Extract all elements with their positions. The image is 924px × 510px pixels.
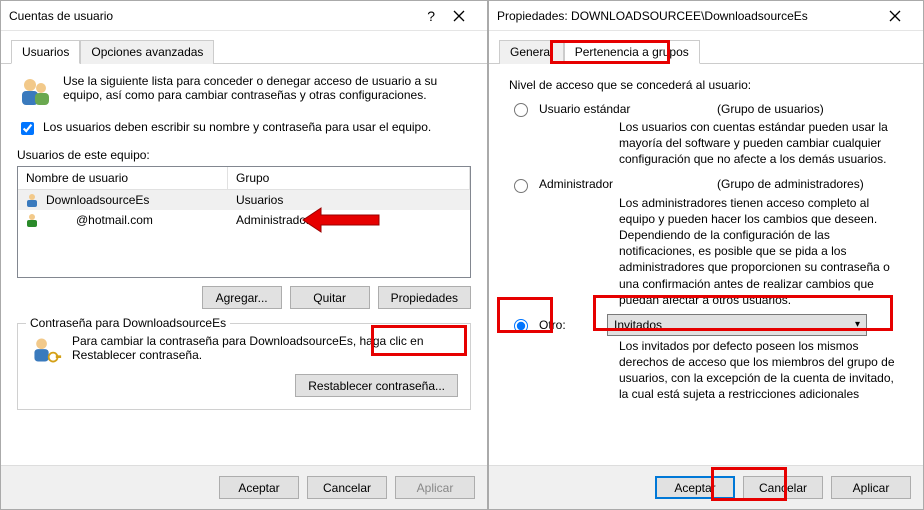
desc-standard: Los usuarios con cuentas estándar pueden… (619, 119, 903, 168)
list-row[interactable]: @hotmail.com Administradores (18, 210, 470, 230)
user-icon (24, 212, 40, 228)
column-name[interactable]: Nombre de usuario (18, 167, 228, 189)
password-text: Para cambiar la contraseña para Download… (72, 334, 458, 362)
intro-text: Use la siguiente lista para conceder o d… (63, 74, 471, 102)
tabs-right: General Pertenencia a grupos (489, 31, 923, 64)
close-button[interactable] (439, 2, 479, 30)
tabs-left: Usuarios Opciones avanzadas (1, 31, 487, 64)
radio-standard[interactable] (514, 103, 528, 117)
row-username: @hotmail.com (46, 213, 236, 227)
label-other: Otro: (539, 318, 599, 332)
list-header: Nombre de usuario Grupo (18, 167, 470, 190)
help-icon[interactable]: ? (427, 8, 435, 24)
users-list-label: Usuarios de este equipo: (17, 148, 471, 162)
paren-standard: (Grupo de usuarios) (717, 102, 824, 116)
row-group: Administradores (236, 213, 464, 227)
paren-admin: (Grupo de administradores) (717, 177, 864, 191)
remove-button[interactable]: Quitar (290, 286, 370, 309)
row-group: Usuarios (236, 193, 464, 207)
properties-button[interactable]: Propiedades (378, 286, 471, 309)
label-admin: Administrador (539, 177, 709, 191)
radio-admin[interactable] (514, 179, 528, 193)
dialog-footer-right: Aceptar Cancelar Aplicar (489, 465, 923, 509)
column-group[interactable]: Grupo (228, 167, 470, 189)
dialog-footer-left: Aceptar Cancelar Aplicar (1, 465, 487, 509)
close-icon (889, 10, 901, 22)
radio-other[interactable] (514, 319, 528, 333)
combo-value: Invitados (614, 318, 662, 332)
tab-advanced[interactable]: Opciones avanzadas (80, 40, 214, 64)
apply-button[interactable]: Aplicar (831, 476, 911, 499)
chevron-down-icon: ▾ (855, 319, 860, 330)
key-user-icon (30, 334, 62, 366)
ok-button[interactable]: Aceptar (655, 476, 735, 499)
tab-membership[interactable]: Pertenencia a grupos (564, 40, 700, 64)
tab-users[interactable]: Usuarios (11, 40, 80, 64)
cancel-button[interactable]: Cancelar (743, 476, 823, 499)
require-password-label: Los usuarios deben escribir su nombre y … (43, 120, 431, 134)
close-button[interactable] (875, 2, 915, 30)
desc-other: Los invitados por defecto poseen los mis… (619, 338, 903, 403)
window-title: Cuentas de usuario (9, 9, 427, 23)
label-standard: Usuario estándar (539, 102, 709, 116)
reset-password-button[interactable]: Restablecer contraseña... (295, 374, 458, 397)
password-groupbox: Contraseña para DownloadsourceEs Para ca… (17, 323, 471, 410)
close-icon (453, 10, 465, 22)
access-level-label: Nivel de acceso que se concederá al usua… (509, 78, 903, 92)
users-listbox[interactable]: Nombre de usuario Grupo DownloadsourceEs… (17, 166, 471, 278)
other-group-combobox[interactable]: Invitados ▾ (607, 314, 867, 336)
desc-admin: Los administradores tienen acceso comple… (619, 195, 903, 308)
titlebar-left: Cuentas de usuario ? (1, 1, 487, 31)
cancel-button[interactable]: Cancelar (307, 476, 387, 499)
require-password-checkbox[interactable] (21, 122, 34, 135)
list-row[interactable]: DownloadsourceEs Usuarios (18, 190, 470, 210)
user-icon (24, 192, 40, 208)
add-button[interactable]: Agregar... (202, 286, 282, 309)
titlebar-right: Propiedades: DOWNLOADSOURCEE\Downloadsou… (489, 1, 923, 31)
apply-button[interactable]: Aplicar (395, 476, 475, 499)
password-legend: Contraseña para DownloadsourceEs (26, 316, 230, 330)
users-icon (17, 74, 53, 110)
row-username: DownloadsourceEs (46, 193, 236, 207)
window-title: Propiedades: DOWNLOADSOURCEE\Downloadsou… (497, 9, 875, 23)
ok-button[interactable]: Aceptar (219, 476, 299, 499)
tab-general[interactable]: General (499, 40, 564, 64)
